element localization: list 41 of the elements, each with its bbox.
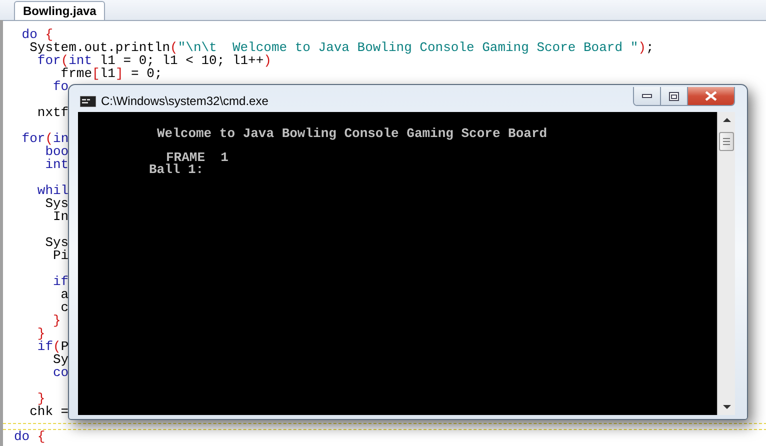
code-line: fo [52, 80, 69, 93]
scrollbar-thumb[interactable] [719, 132, 734, 151]
code-line: a [60, 288, 69, 301]
code-line: if [52, 275, 69, 288]
code-line: co [52, 366, 69, 379]
maximize-icon [669, 92, 679, 100]
code-line: } [37, 392, 46, 405]
window-title: C:\Windows\system32\cmd.exe [101, 94, 268, 108]
scroll-down-arrow-icon[interactable] [722, 405, 730, 409]
code-line: Sy [52, 353, 69, 366]
code-line: do { [14, 430, 46, 443]
code-line: Sys [44, 236, 69, 249]
code-line: boo [44, 145, 69, 158]
code-line: } [52, 314, 61, 327]
scrollbar[interactable] [717, 112, 735, 415]
maximize-button[interactable] [661, 87, 688, 105]
code-line: c [60, 301, 69, 314]
code-line: if(P [36, 340, 69, 353]
file-tab[interactable]: Bowling.java [14, 1, 106, 20]
code-line: chk = [28, 405, 69, 418]
minimize-icon [642, 94, 652, 98]
code-line: Pi [53, 249, 69, 262]
code-line: In [53, 210, 69, 223]
console-text: FRAME 1 [166, 150, 228, 165]
code-line: nxtf [36, 106, 69, 119]
close-icon [705, 91, 717, 101]
code-line: frme[l1] = 0; [60, 67, 162, 80]
console-text: Ball 1: [149, 162, 204, 177]
code-line: whil [36, 184, 69, 197]
console-text: Welcome to Java Bowling Console Gaming Score Board [157, 126, 548, 141]
minimize-button[interactable] [634, 87, 661, 105]
code-line: for(in [20, 132, 69, 145]
scroll-up-arrow-icon[interactable] [722, 118, 730, 122]
code-line: do { [20, 28, 54, 41]
code-line: for(int l1 = 0; l1 < 10; l1++) [37, 54, 272, 67]
code-line: System.out.println("\n\t Welcome to Java Bowling Console Gaming Score Board "); [28, 41, 654, 54]
code-line: int [44, 158, 69, 171]
code-line: } [36, 327, 46, 340]
console-icon [80, 96, 96, 107]
code-line: Sys [44, 197, 69, 210]
close-button[interactable] [688, 87, 734, 105]
